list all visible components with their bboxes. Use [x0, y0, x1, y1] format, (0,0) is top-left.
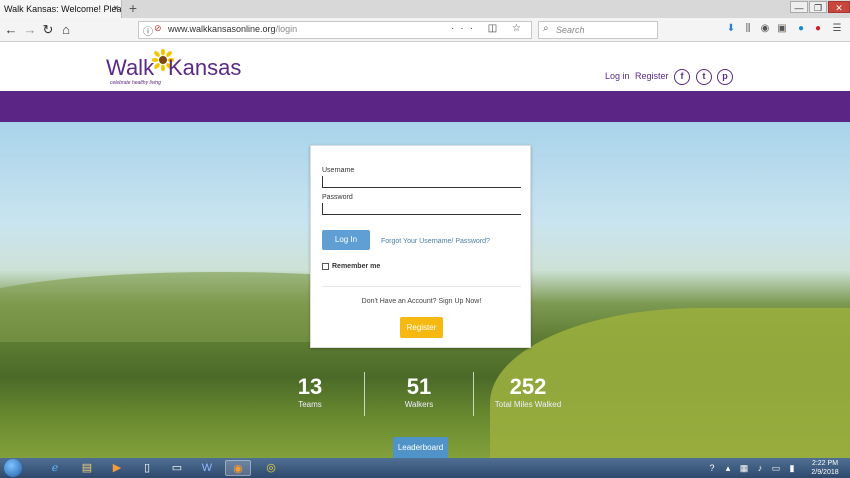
header-login-link[interactable]: Log in [605, 71, 630, 81]
hero-background: Username Password Log In Forgot Your Use… [0, 122, 850, 458]
site-header: Walk Kansas celebrate healthy living Log… [0, 43, 850, 91]
url-path: /login [275, 24, 298, 34]
download-icon[interactable]: ⬇ [725, 23, 737, 35]
search-placeholder: Search [556, 25, 585, 35]
stat-walkers-value: 51 [406, 374, 432, 399]
maximize-button[interactable]: ❐ [809, 1, 827, 13]
login-card: Username Password Log In Forgot Your Use… [310, 145, 531, 348]
pinterest-social-icon[interactable]: p [717, 69, 733, 85]
stat-miles: 252 Total Miles Walked [488, 375, 568, 411]
password-label: Password [322, 194, 353, 201]
window-icon[interactable]: ▭ [164, 460, 190, 476]
chrome-icon[interactable]: ◎ [258, 460, 284, 476]
insecure-lock-icon[interactable]: ⊘ [154, 23, 162, 34]
twitter-icon[interactable]: t [696, 69, 712, 85]
stat-miles-label: Total Miles Walked [494, 400, 562, 409]
tray-expand-icon[interactable]: ▴ [722, 462, 734, 474]
back-icon[interactable]: ← [3, 22, 19, 38]
url-text[interactable]: www.walkkansasonline.org/login [168, 24, 297, 34]
stat-walkers: 51 Walkers [389, 375, 449, 411]
card-divider [322, 286, 521, 287]
home-icon[interactable]: ⌂ [58, 22, 74, 38]
forward-icon[interactable]: → [22, 22, 38, 38]
stat-teams: 13 Teams [280, 375, 340, 411]
facebook-icon[interactable]: f [674, 69, 690, 85]
search-bar[interactable]: ⌕ Search [538, 21, 658, 39]
purple-banner [0, 91, 850, 122]
reload-icon[interactable]: ↻ [40, 22, 56, 38]
logo-tagline: celebrate healthy living [110, 80, 161, 86]
skype-icon[interactable]: ● [795, 23, 807, 35]
page-actions-icons[interactable]: ··· ◫ ☆ [451, 23, 527, 34]
start-button[interactable] [4, 459, 22, 477]
word-icon[interactable]: W [194, 460, 220, 476]
ie-icon[interactable]: ℯ [42, 460, 68, 476]
password-input[interactable] [322, 203, 521, 215]
sidebar-icon[interactable]: ▣ [776, 23, 788, 35]
firefox-icon[interactable]: ◉ [225, 460, 251, 476]
file-explorer-icon[interactable]: ▤ [74, 460, 100, 476]
menu-icon[interactable]: ☰ [831, 23, 843, 35]
windows-taskbar: ℯ ▤ ▶ ▯ ▭ W ◉ ◎ ? ▴ ▦ ♪ ▭ ▮ 2:22 PM 2/9/… [0, 458, 850, 478]
power-icon[interactable]: ▮ [786, 462, 798, 474]
forgot-credentials-link[interactable]: Forgot Your Username/ Password? [381, 238, 490, 245]
login-button[interactable]: Log In [322, 230, 370, 250]
url-host: www.walkkansasonline.org [168, 24, 276, 34]
remember-me-checkbox[interactable] [322, 263, 329, 270]
clock-date: 2/9/2018 [811, 469, 839, 476]
help-icon[interactable]: ? [706, 462, 718, 474]
minimize-button[interactable]: — [790, 1, 808, 13]
system-clock[interactable]: 2:22 PM 2/9/2018 [806, 459, 844, 477]
stat-walkers-label: Walkers [404, 400, 434, 409]
header-register-link[interactable]: Register [635, 71, 669, 81]
stat-teams-label: Teams [298, 400, 322, 409]
stat-miles-value: 252 [509, 374, 547, 399]
logo-walk-text: Walk [106, 55, 155, 80]
logo-kansas-text: Kansas [168, 55, 242, 80]
pinterest-icon[interactable]: ● [812, 23, 824, 35]
stat-divider [364, 372, 365, 416]
signup-prompt: Don't Have an Account? Sign Up Now! [361, 298, 482, 305]
walk-kansas-logo[interactable]: Walk Kansas celebrate healthy living [106, 49, 241, 87]
clock-time: 2:22 PM [811, 460, 839, 467]
extension-icon[interactable]: ◉ [759, 23, 771, 35]
display-icon[interactable]: ▭ [770, 462, 782, 474]
info-icon[interactable]: ⓘ [143, 23, 153, 38]
media-player-icon[interactable]: ▶ [104, 460, 130, 476]
tab-close-icon[interactable]: × [111, 0, 121, 18]
browser-nav-bar: ← → ↻ ⌂ ⓘ ⊘ www.walkkansasonline.org/log… [0, 18, 850, 42]
search-icon: ⌕ [543, 23, 549, 34]
stat-divider [473, 372, 474, 416]
url-bar[interactable]: ⓘ ⊘ www.walkkansasonline.org/login ··· ◫… [138, 21, 532, 39]
document-icon[interactable]: ▯ [134, 460, 160, 476]
browser-tab-bar: Walk Kansas: Welcome! Please log × + — ❐… [0, 0, 850, 18]
tab-title: Walk Kansas: Welcome! Please log [4, 4, 122, 14]
stat-teams-value: 13 [297, 374, 323, 399]
leaderboard-button[interactable]: Leaderboard [393, 437, 448, 458]
remember-me-label[interactable]: Remember me [332, 263, 380, 270]
username-input[interactable] [322, 176, 521, 188]
network-icon[interactable]: ▦ [738, 462, 750, 474]
close-window-button[interactable]: ✕ [828, 1, 850, 13]
username-label: Username [322, 167, 355, 174]
register-button[interactable]: Register [400, 317, 443, 338]
browser-tab[interactable]: Walk Kansas: Welcome! Please log [0, 0, 122, 18]
new-tab-button[interactable]: + [126, 0, 140, 18]
volume-icon[interactable]: ♪ [754, 462, 766, 474]
library-icon[interactable]: ⫼ [742, 23, 754, 35]
